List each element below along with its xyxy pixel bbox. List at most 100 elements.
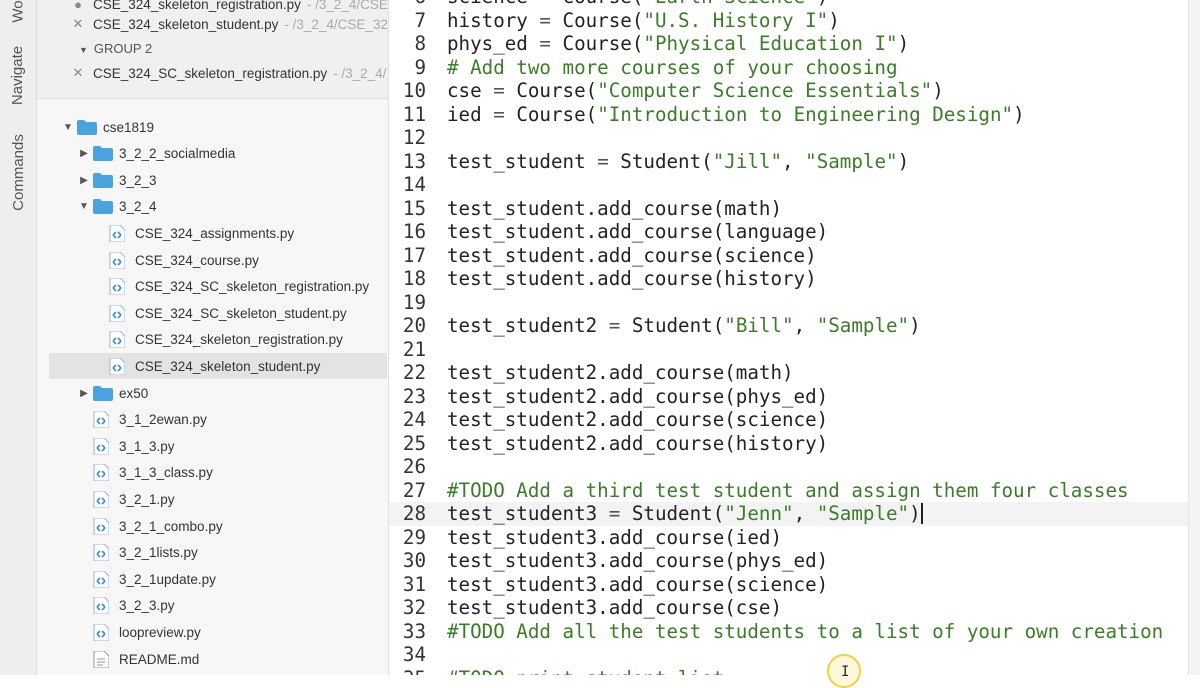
tree-item-label: 3_2_1lists.py (119, 545, 198, 561)
code-line[interactable]: 7 history = Course("U.S. History I") (389, 9, 1188, 33)
python-file-icon (93, 411, 109, 429)
line-number: 9 (414, 55, 426, 79)
line-number: 7 (414, 8, 426, 32)
tree-file[interactable]: 3_1_3_class.py (37, 460, 375, 486)
code-text: #TODO Add a third test student and assig… (447, 478, 1129, 502)
rail-tab-commands[interactable]: Commands (0, 126, 36, 218)
code-line[interactable]: 35 #TODO print student list (389, 667, 1188, 676)
open-file-path: - /3_2_4/CSE_32 (284, 16, 388, 32)
python-file-icon (93, 437, 109, 455)
code-line[interactable]: 21 (389, 338, 1188, 362)
line-number: 34 (402, 643, 426, 666)
editor-scrollbar[interactable] (1188, 0, 1200, 675)
folder-icon (77, 119, 97, 135)
code-line[interactable]: 30 test_student3.add_course(phys_ed) (389, 549, 1188, 573)
tree-item-label: CSE_324_skeleton_student.py (135, 358, 321, 374)
code-line[interactable]: 14 (389, 173, 1188, 197)
python-file-icon (109, 357, 125, 375)
side-tab-rail: Wo Navigate Commands (0, 0, 37, 675)
code-text: test_student2.add_course(math) (447, 361, 794, 384)
code-line[interactable]: 17 test_student.add_course(science) (389, 244, 1188, 268)
folder-icon (93, 172, 113, 188)
caret-right-icon[interactable]: ▶ (79, 175, 89, 186)
code-line[interactable]: 11 ied = Course("Introduction to Engineer… (389, 103, 1188, 127)
line-number: 10 (402, 79, 426, 102)
python-file-icon (109, 304, 125, 322)
tree-file[interactable]: 3_2_1lists.py (37, 540, 375, 566)
code-line[interactable]: 26 (389, 455, 1188, 479)
code-line[interactable]: 6 science = Course("Earth Science") (389, 0, 1188, 9)
python-file-icon (109, 251, 125, 269)
code-line[interactable]: 22 test_student2.add_course(math) (389, 361, 1188, 385)
code-line[interactable]: 29 test_student3.add_course(ied) (389, 526, 1188, 550)
code-text: history = Course("U.S. History I") (447, 8, 840, 32)
tree-file[interactable]: loopreview.py (37, 619, 375, 645)
code-line[interactable]: 32 test_student3.add_course(cse) (389, 596, 1188, 620)
tree-folder[interactable]: ▶ 3_2_2_socialmedia (37, 141, 375, 167)
line-number: 24 (402, 408, 426, 431)
tree-folder[interactable]: ▶ ex50 (37, 380, 375, 406)
code-line[interactable]: 31 test_student3.add_course(science) (389, 573, 1188, 597)
tree-folder[interactable]: ▼ cse1819 (37, 114, 375, 140)
open-file-name: CSE_324_SC_skeleton_registration.py (93, 65, 328, 81)
code-line[interactable]: 13 test_student = Student("Jill", "Sample… (389, 150, 1188, 174)
tree-folder[interactable]: ▶ 3_2_3 (37, 167, 375, 193)
caret-down-icon[interactable]: ▼ (63, 122, 73, 133)
close-icon[interactable]: ✕ (71, 16, 85, 32)
code-line-current[interactable]: 28 test_student3 = Student("Jenn", "Sampl… (389, 502, 1188, 526)
open-file-row[interactable]: ✕ CSE_324_SC_skeleton_registration.py - … (71, 61, 387, 85)
tree-file[interactable]: 3_1_2ewan.py (37, 407, 375, 433)
code-line[interactable]: 27 #TODO Add a third test student and ass… (389, 479, 1188, 503)
close-icon[interactable]: ✕ (71, 65, 85, 81)
tree-file[interactable]: CSE_324_assignments.py (37, 220, 375, 246)
tree-file[interactable]: CSE_324_skeleton_registration.py (37, 327, 375, 353)
tree-file[interactable]: CSE_324_SC_skeleton_student.py (37, 300, 375, 326)
line-number: 22 (402, 361, 426, 384)
python-file-icon (93, 490, 109, 508)
code-line[interactable]: 20 test_student2 = Student("Bill", "Sampl… (389, 314, 1188, 338)
code-line[interactable]: 25 test_student2.add_course(history) (389, 432, 1188, 456)
code-line[interactable]: 15 test_student.add_course(math) (389, 197, 1188, 221)
code-line[interactable]: 33 #TODO Add all the test students to a l… (389, 620, 1188, 644)
tree-file[interactable]: CSE_324_course.py (37, 247, 375, 273)
line-number: 11 (402, 102, 426, 126)
line-number: 31 (402, 572, 426, 596)
tree-file[interactable]: 3_2_3.py (37, 593, 375, 619)
tree-item-label: README.md (119, 651, 200, 667)
tree-file[interactable]: CSE_324_SC_skeleton_registration.py (37, 274, 375, 300)
caret-right-icon[interactable]: ▶ (79, 388, 89, 399)
python-file-icon (93, 464, 109, 482)
rail-tab-workspace[interactable]: Wo (0, 0, 36, 30)
code-line[interactable]: 18 test_student.add_course(history) (389, 267, 1188, 291)
tree-file[interactable]: 3_1_3.py (37, 433, 375, 459)
line-number: 8 (414, 32, 426, 55)
tree-file[interactable]: 3_2_1update.py (37, 566, 375, 592)
line-number: 21 (402, 337, 426, 361)
code-line[interactable]: 24 test_student2.add_course(science) (389, 408, 1188, 432)
code-line[interactable]: 10 cse = Course("Computer Science Essenti… (389, 79, 1188, 103)
tree-file[interactable]: README.md (37, 646, 375, 672)
code-line[interactable]: 12 (389, 126, 1188, 150)
folder-icon (93, 199, 113, 215)
tree-file[interactable]: CSE_324_skeleton_student.py (49, 353, 387, 380)
tree-file[interactable]: 3_2_1.py (37, 486, 375, 512)
tree-item-label: 3_1_2ewan.py (119, 412, 207, 428)
rail-tab-navigate[interactable]: Navigate (0, 36, 36, 114)
caret-down-icon[interactable]: ▼ (79, 201, 89, 212)
open-file-row[interactable]: ✕ CSE_324_skeleton_student.py - /3_2_4/C… (71, 12, 388, 36)
caret-right-icon[interactable]: ▶ (79, 148, 89, 159)
tree-file[interactable]: 3_2_1_combo.py (37, 513, 375, 539)
tree-item-label: 3_1_3_class.py (119, 465, 213, 481)
code-line[interactable]: 19 (389, 291, 1188, 315)
line-number: 20 (402, 314, 426, 337)
tree-folder[interactable]: ▼ 3_2_4 (37, 194, 375, 220)
open-file-name: CSE_324_skeleton_student.py (93, 16, 279, 32)
code-line[interactable]: 23 test_student2.add_course(phys_ed) (389, 385, 1188, 409)
python-file-icon (93, 544, 109, 562)
code-line[interactable]: 8 phys_ed = Course("Physical Education I"… (389, 32, 1188, 56)
code-line[interactable]: 34 (389, 643, 1188, 667)
unsaved-dot-icon[interactable]: ● (71, 0, 85, 12)
code-line[interactable]: 16 test_student.add_course(language) (389, 220, 1188, 244)
code-line[interactable]: 9 # Add two more courses of your choosing (389, 56, 1188, 80)
code-editor[interactable]: 6 science = Course("Earth Science") 7 histo… (389, 0, 1188, 675)
